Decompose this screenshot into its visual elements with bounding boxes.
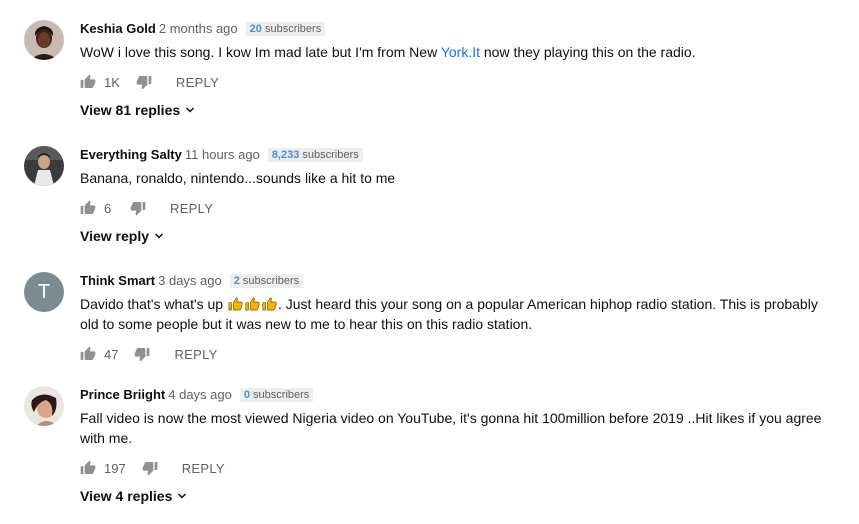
- reply-button[interactable]: REPLY: [174, 347, 217, 362]
- comment-text: Davido that's what's up . Just heard thi…: [80, 294, 835, 334]
- thumbs-up-emoji-icon: [244, 296, 261, 312]
- thumb-down-icon[interactable]: [134, 346, 150, 362]
- avatar[interactable]: [24, 386, 64, 426]
- thumb-up-icon[interactable]: [80, 74, 96, 90]
- comment-actions: 197 REPLY: [80, 458, 225, 478]
- avatar[interactable]: [24, 20, 64, 60]
- thumbs-up-emoji-icon: [227, 296, 244, 312]
- comment-header: Think Smart 3 days ago 2 subscribers: [80, 272, 835, 290]
- thumb-up-icon[interactable]: [80, 200, 96, 216]
- view-replies-label: View 4 replies: [80, 488, 173, 504]
- comment-actions: 6 REPLY: [80, 198, 213, 218]
- subscriber-label: subscribers: [302, 149, 359, 161]
- reply-button[interactable]: REPLY: [170, 201, 213, 216]
- subscriber-label: subscribers: [253, 389, 310, 401]
- author-name[interactable]: Prince Briight: [80, 387, 165, 402]
- chevron-down-icon: [184, 104, 196, 116]
- author-name[interactable]: Everything Salty: [80, 147, 182, 162]
- subscriber-badge: 2 subscribers: [229, 274, 304, 288]
- thumb-down-icon[interactable]: [136, 74, 152, 90]
- subscriber-count: 8,233: [271, 149, 300, 161]
- author-name[interactable]: Keshia Gold: [80, 21, 156, 36]
- chevron-down-icon: [153, 230, 165, 242]
- thumb-up-icon[interactable]: [80, 346, 96, 362]
- comment-header: Everything Salty 11 hours ago 8,233 subscr…: [80, 146, 835, 164]
- comment-text-part: Davido that's what's up: [80, 296, 227, 312]
- author-name[interactable]: Think Smart: [80, 273, 155, 288]
- view-replies-button[interactable]: View 4 replies: [80, 486, 188, 506]
- subscriber-badge: 20 subscribers: [245, 22, 326, 36]
- comment-header: Prince Briight 4 days ago 0 subscribers: [80, 386, 835, 404]
- subscriber-label: subscribers: [264, 23, 322, 35]
- chevron-down-icon: [176, 490, 188, 502]
- comment-time[interactable]: 3 days ago: [158, 273, 222, 288]
- comment-time[interactable]: 11 hours ago: [185, 147, 260, 162]
- like-count: 1K: [104, 74, 120, 90]
- comment-text-part: now they playing this on the radio.: [480, 44, 696, 60]
- subscriber-label: subscribers: [242, 275, 300, 287]
- subscriber-badge: 0 subscribers: [239, 388, 314, 402]
- comment-time[interactable]: 4 days ago: [168, 387, 232, 402]
- like-count: 47: [104, 346, 119, 362]
- comment-actions: 1K REPLY: [80, 72, 219, 92]
- comment-text-part: WoW i love this song. I kow Im mad late …: [80, 44, 441, 60]
- reply-button[interactable]: REPLY: [182, 461, 225, 476]
- avatar-letter: T: [37, 281, 51, 303]
- view-replies-button[interactable]: View 81 replies: [80, 100, 196, 120]
- avatar[interactable]: [24, 146, 64, 186]
- thumb-down-icon[interactable]: [130, 200, 146, 216]
- thumb-up-icon[interactable]: [80, 460, 96, 476]
- comment-text: Fall video is now the most viewed Nigeri…: [80, 410, 822, 446]
- comment-actions: 47 REPLY: [80, 344, 218, 364]
- thumbs-up-emoji-icon: [261, 296, 278, 312]
- like-count: 6: [104, 200, 112, 216]
- comment-header: Keshia Gold 2 months ago 20 subscribers: [80, 20, 835, 38]
- subscriber-badge: 8,233 subscribers: [267, 148, 363, 162]
- avatar[interactable]: T: [24, 272, 64, 312]
- view-replies-button[interactable]: View reply: [80, 226, 165, 246]
- subscriber-count: 20: [249, 23, 262, 35]
- view-replies-label: View reply: [80, 228, 150, 244]
- view-replies-label: View 81 replies: [80, 102, 181, 118]
- comment-text: Banana, ronaldo, nintendo...sounds like …: [80, 170, 396, 186]
- like-count: 197: [104, 460, 126, 476]
- comment-text: WoW i love this song. I kow Im mad late …: [80, 42, 835, 62]
- subscriber-count: 2: [233, 275, 240, 287]
- subscriber-count: 0: [243, 389, 250, 401]
- comment-time[interactable]: 2 months ago: [159, 21, 238, 36]
- thumb-down-icon[interactable]: [142, 460, 158, 476]
- comment-link[interactable]: York.It: [441, 44, 480, 60]
- reply-button[interactable]: REPLY: [176, 75, 219, 90]
